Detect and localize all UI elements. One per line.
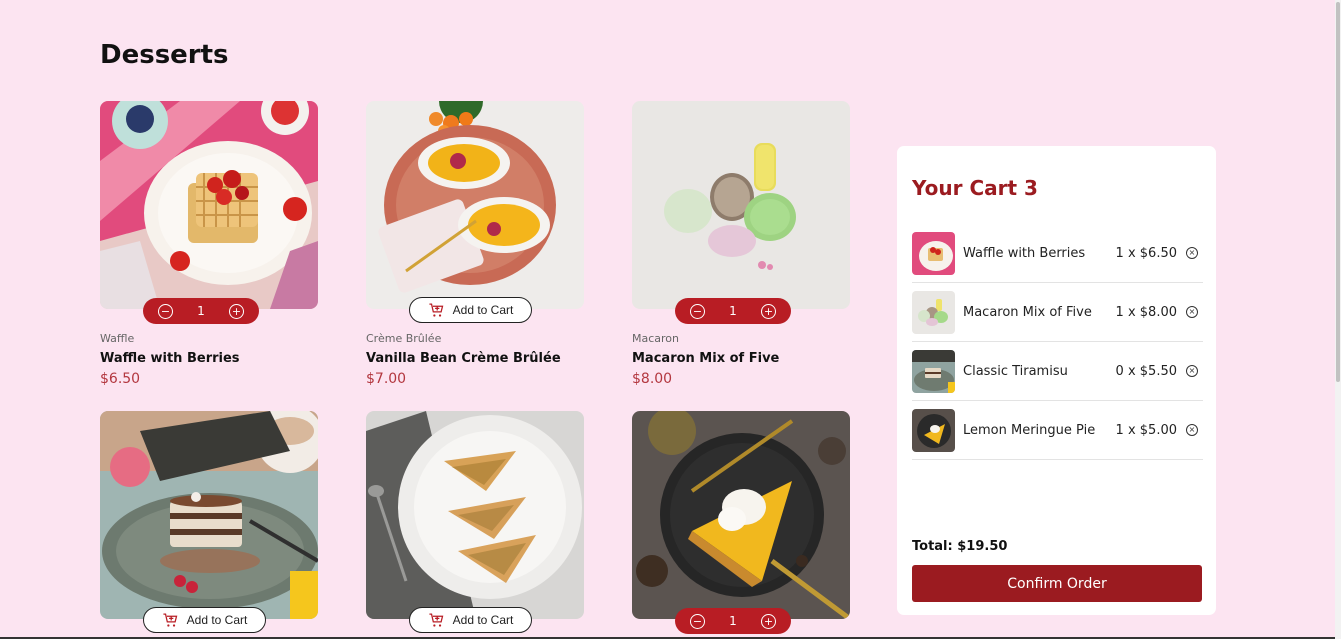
cart-item-name: Lemon Meringue Pie [963,422,1096,438]
product-image-baklava [366,411,584,619]
product-name: Macaron Mix of Five [632,351,780,366]
quantity-stepper[interactable]: − 1 + [675,608,791,634]
remove-circle-icon[interactable]: × [1186,247,1198,259]
product-name: Waffle with Berries [100,351,240,366]
plus-circle-icon[interactable]: + [228,303,244,319]
product-card-lemon-pie: − 1 + [632,411,850,634]
product-price: $7.00 [366,371,407,387]
product-image-tiramisu [100,411,318,619]
cart-item-thumbnail [912,408,955,452]
cart-item-quantity-price: 1 x $8.00 [1115,304,1177,320]
scrollbar-thumb[interactable] [1336,2,1340,382]
cart-item: Lemon Meringue Pie 1 x $5.00 × [912,401,1203,460]
plus-circle-icon[interactable]: + [760,613,776,629]
cart-item-quantity-price: 1 x $6.50 [1115,245,1177,261]
cart-item-thumbnail [912,349,955,393]
cart-item-quantity-price: 0 x $5.50 [1115,363,1177,379]
product-card-tiramisu: Add to Cart [100,411,318,633]
product-price: $6.50 [100,371,141,387]
product-name: Vanilla Bean Crème Brûlée [366,351,561,366]
add-to-cart-label: Add to Cart [452,303,514,317]
add-to-cart-button[interactable]: Add to Cart [409,297,532,323]
cart-item-thumbnail [912,290,955,334]
remove-circle-icon[interactable]: × [1186,306,1198,318]
cart-item: Macaron Mix of Five 1 x $8.00 × [912,283,1203,342]
product-card-baklava: Add to Cart [366,411,584,633]
cart-title: Your Cart 3 [912,176,1038,200]
product-image-creme-brulee [366,101,584,309]
product-card-waffle: − 1 + Waffle Waffle with Berries $6.50 [100,101,318,387]
cart-panel: Your Cart 3 Waffle with Berries 1 x $6.5… [897,146,1216,615]
cart-plus-icon [429,302,443,317]
cart-item-name: Waffle with Berries [963,245,1086,261]
product-card-creme-brulee: Add to Cart Crème Brûlée Vanilla Bean Cr… [366,101,584,387]
cart-item: Waffle with Berries 1 x $6.50 × [912,224,1203,283]
add-to-cart-label: Add to Cart [452,613,514,627]
quantity-value: 1 [729,614,737,628]
product-price: $8.00 [632,371,673,387]
product-category: Macaron [632,332,680,345]
quantity-stepper[interactable]: − 1 + [675,298,791,324]
cart-item-name: Macaron Mix of Five [963,304,1092,320]
quantity-value: 1 [729,304,737,318]
plus-circle-icon[interactable]: + [760,303,776,319]
add-to-cart-button[interactable]: Add to Cart [143,607,266,633]
cart-item: Classic Tiramisu 0 x $5.50 × [912,342,1203,401]
cart-item-name: Classic Tiramisu [963,363,1068,379]
product-image-waffle [100,101,318,309]
cart-item-thumbnail [912,231,955,275]
cart-total: Total: $19.50 [912,539,1008,554]
quantity-value: 1 [197,304,205,318]
minus-circle-icon[interactable]: − [690,613,705,629]
page-scrollbar[interactable] [1335,0,1341,639]
minus-circle-icon[interactable]: − [158,303,173,319]
cart-item-quantity-price: 1 x $5.00 [1115,422,1177,438]
product-category: Waffle [100,332,135,345]
product-card-macaron: − 1 + Macaron Macaron Mix of Five $8.00 [632,101,850,387]
product-image-macaron [632,101,850,309]
add-to-cart-button[interactable]: Add to Cart [409,607,532,633]
remove-circle-icon[interactable]: × [1186,424,1198,436]
cart-plus-icon [163,612,177,627]
cart-list: Waffle with Berries 1 x $6.50 × Macaron … [912,224,1203,460]
minus-circle-icon[interactable]: − [690,303,705,319]
page-title: Desserts [100,40,229,70]
remove-circle-icon[interactable]: × [1186,365,1198,377]
quantity-stepper[interactable]: − 1 + [143,298,259,324]
product-category: Crème Brûlée [366,332,442,345]
product-image-lemon-pie [632,411,850,619]
cart-plus-icon [429,612,443,627]
confirm-order-button[interactable]: Confirm Order [912,565,1202,602]
add-to-cart-label: Add to Cart [186,613,248,627]
